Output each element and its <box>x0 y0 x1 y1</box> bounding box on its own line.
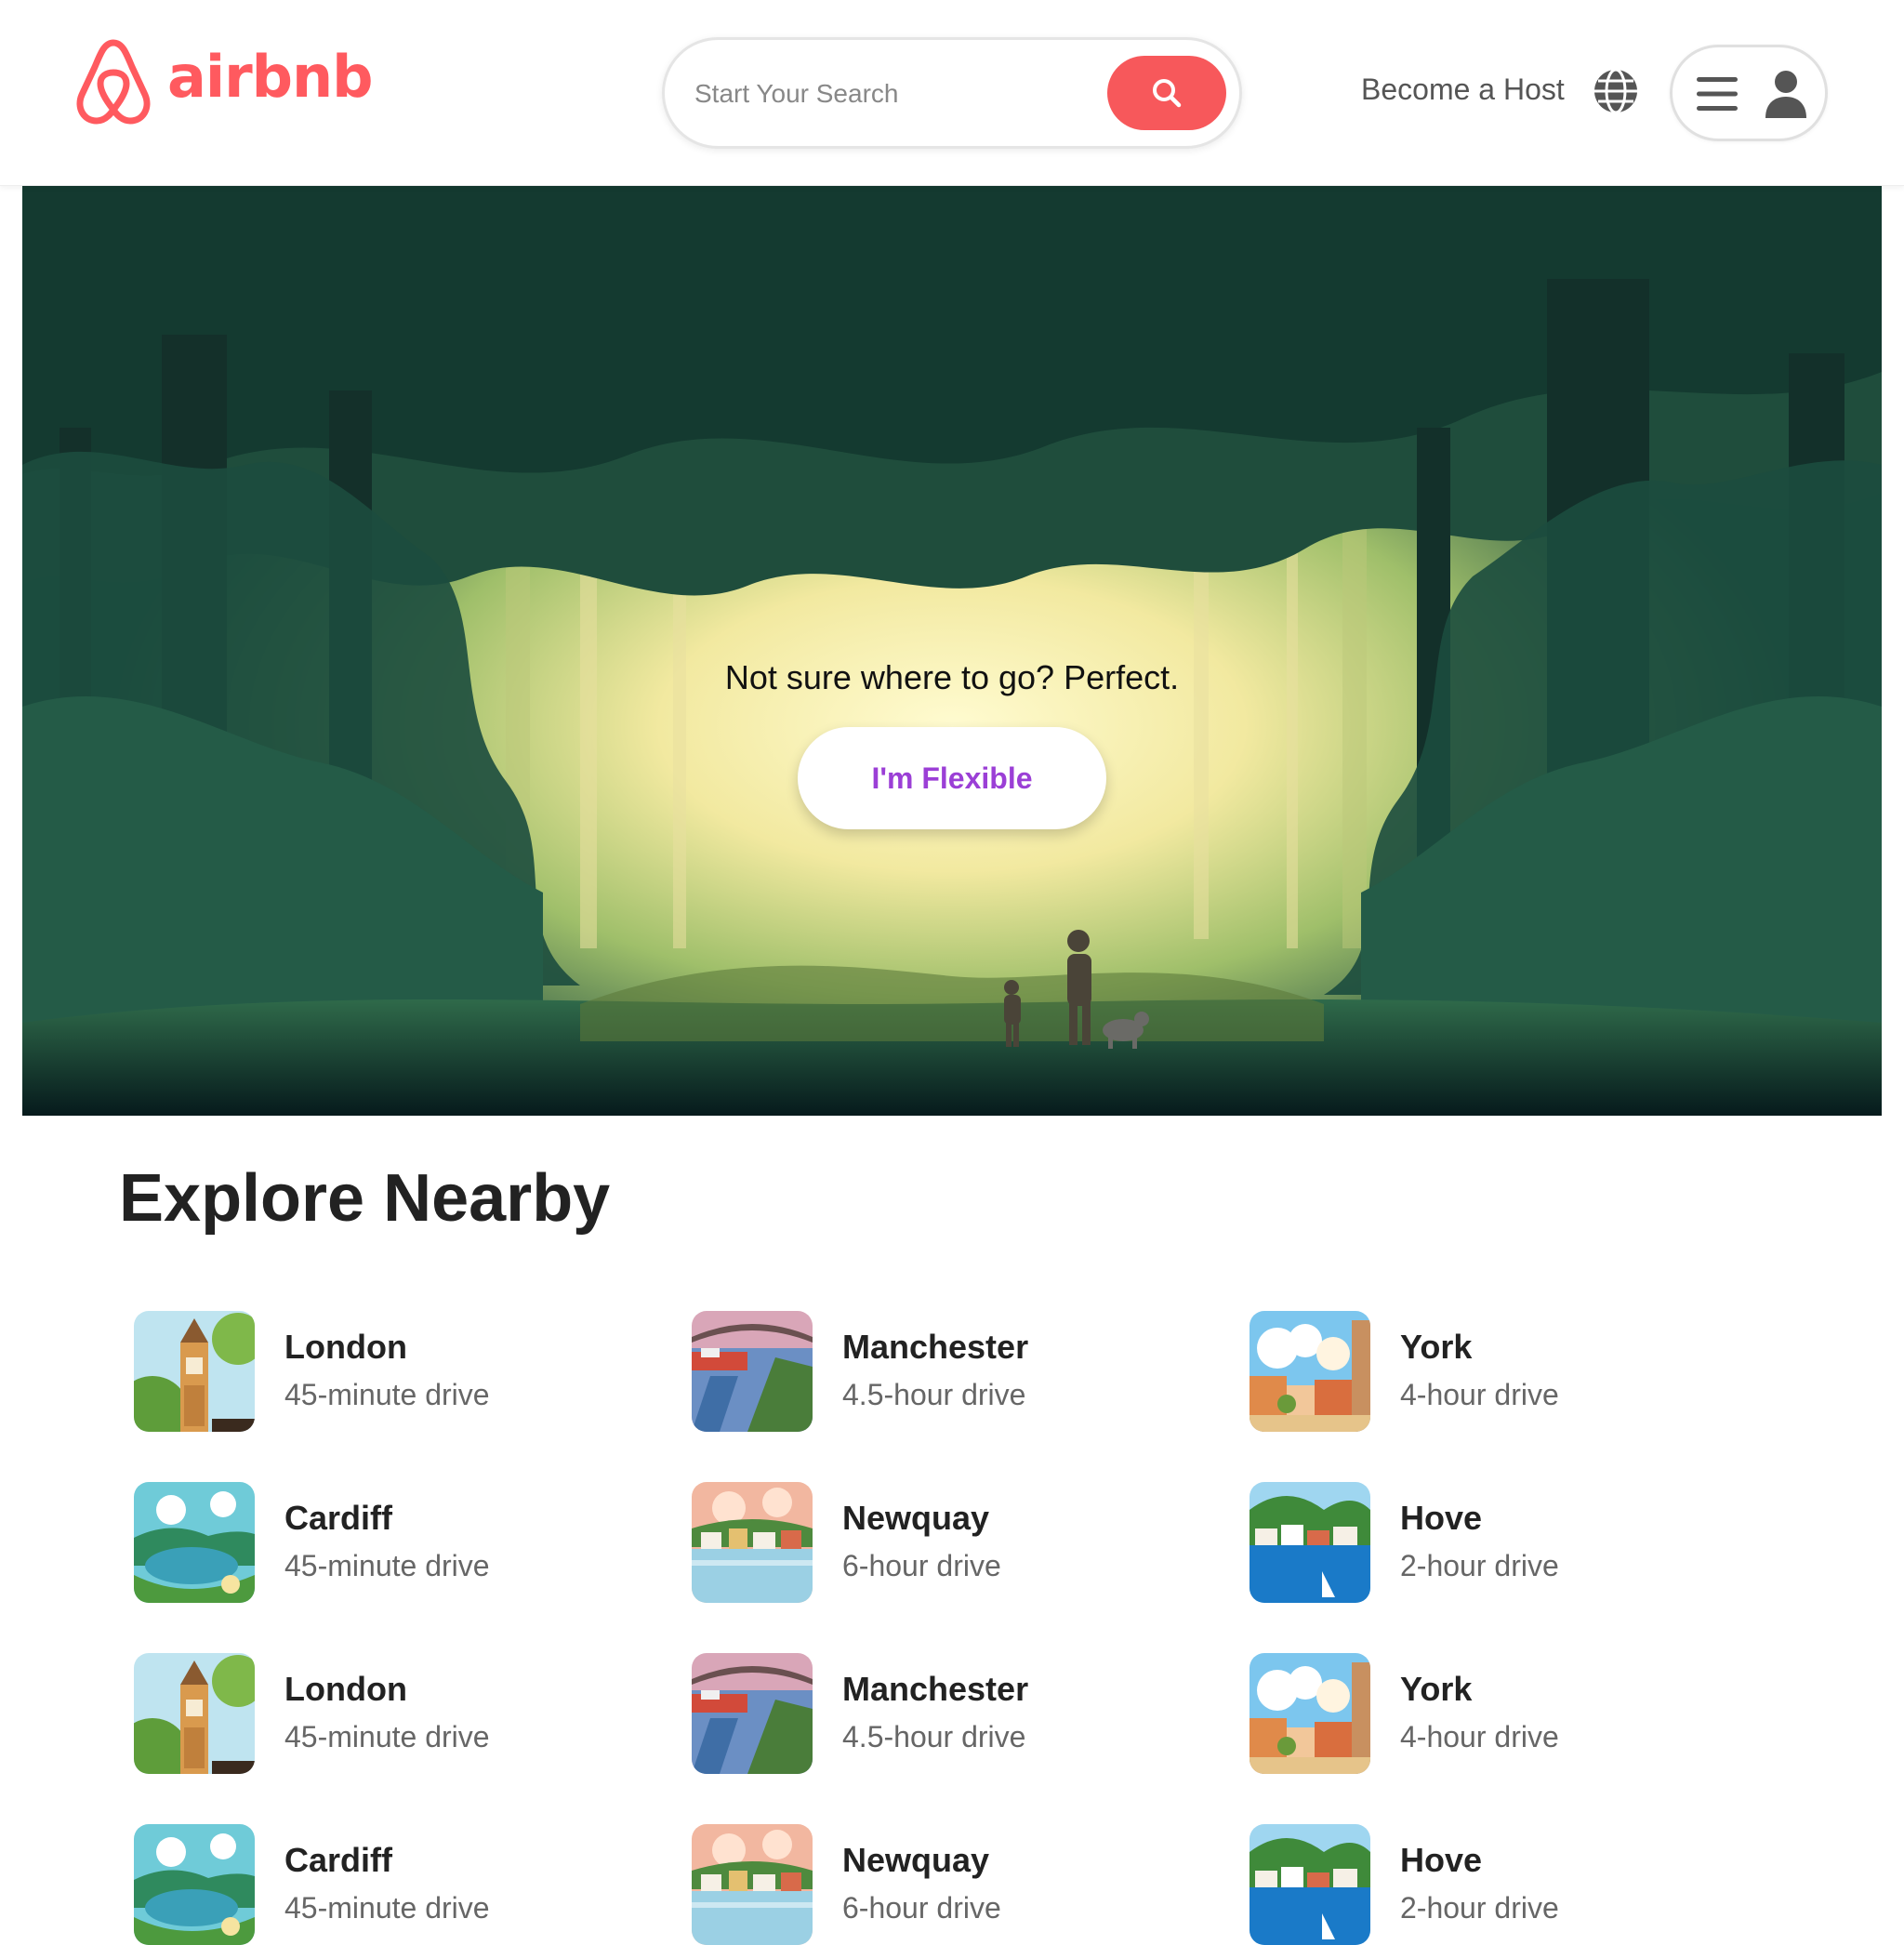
destination-thumbnail <box>1250 1824 1370 1945</box>
destination-drive-time: 6-hour drive <box>842 1549 1001 1582</box>
destination-drive-time: 45-minute drive <box>284 1549 490 1582</box>
destination-city: Hove <box>1400 1841 1483 1879</box>
airbnb-logo-icon <box>76 39 151 125</box>
hero-banner: Not sure where to go? Perfect. I'm Flexi… <box>22 186 1882 1116</box>
destination-drive-time: 45-minute drive <box>284 1378 490 1411</box>
explore-card[interactable]: Cardiff 45-minute drive <box>134 1482 654 1603</box>
user-icon <box>1765 71 1806 118</box>
explore-card[interactable]: London 45-minute drive <box>134 1311 654 1432</box>
destination-drive-time: 2-hour drive <box>1400 1549 1559 1582</box>
explore-card[interactable]: Newquay 6-hour drive <box>692 1824 1212 1945</box>
destination-city: Cardiff <box>284 1841 392 1879</box>
destination-thumbnail <box>134 1482 255 1603</box>
search-bar <box>662 37 1242 149</box>
destination-city: Manchester <box>842 1328 1029 1366</box>
forest-illustration <box>22 186 1882 1116</box>
explore-card[interactable]: London 45-minute drive <box>134 1653 654 1774</box>
destination-thumbnail <box>134 1311 255 1432</box>
destination-city: Cardiff <box>284 1499 392 1537</box>
logo-wordmark: airbnb <box>167 43 374 111</box>
explore-card[interactable]: Cardiff 45-minute drive <box>134 1824 654 1945</box>
explore-card[interactable]: Hove 2-hour drive <box>1250 1482 1770 1603</box>
destination-thumbnail <box>1250 1311 1370 1432</box>
destination-thumbnail <box>692 1653 813 1774</box>
explore-card[interactable]: Manchester 4.5-hour drive <box>692 1653 1212 1774</box>
destination-drive-time: 4.5-hour drive <box>842 1720 1026 1753</box>
destination-city: York <box>1400 1328 1473 1366</box>
explore-card[interactable]: Manchester 4.5-hour drive <box>692 1311 1212 1432</box>
destination-drive-time: 4-hour drive <box>1400 1720 1559 1753</box>
airbnb-logo[interactable]: airbnb <box>73 35 374 125</box>
search-input[interactable] <box>693 66 1083 122</box>
destination-city: Hove <box>1400 1499 1483 1537</box>
explore-card[interactable]: Newquay 6-hour drive <box>692 1482 1212 1603</box>
destination-city: London <box>284 1670 407 1708</box>
destination-drive-time: 45-minute drive <box>284 1720 490 1753</box>
hero-tagline: Not sure where to go? Perfect. <box>724 658 1180 696</box>
explore-card[interactable]: York 4-hour drive <box>1250 1311 1770 1432</box>
user-menu-button[interactable] <box>1670 45 1828 141</box>
destination-drive-time: 4-hour drive <box>1400 1378 1559 1411</box>
search-button[interactable] <box>1107 56 1226 130</box>
explore-card[interactable]: York 4-hour drive <box>1250 1653 1770 1774</box>
destination-thumbnail <box>1250 1653 1370 1774</box>
top-header: airbnb Become a Host <box>0 0 1904 186</box>
destination-city: York <box>1400 1670 1473 1708</box>
destination-city: Manchester <box>842 1670 1029 1708</box>
destination-city: Newquay <box>842 1841 990 1879</box>
explore-card[interactable]: Hove 2-hour drive <box>1250 1824 1770 1945</box>
destination-city: Newquay <box>842 1499 990 1537</box>
search-icon <box>1153 79 1182 108</box>
destination-thumbnail <box>692 1824 813 1945</box>
destination-drive-time: 45-minute drive <box>284 1891 490 1925</box>
destination-thumbnail <box>134 1824 255 1945</box>
explore-nearby-heading: Explore Nearby <box>119 1161 611 1236</box>
destination-thumbnail <box>692 1311 813 1432</box>
destination-thumbnail <box>1250 1482 1370 1603</box>
destination-drive-time: 6-hour drive <box>842 1891 1001 1925</box>
destination-drive-time: 2-hour drive <box>1400 1891 1559 1925</box>
destination-city: London <box>284 1328 407 1366</box>
destination-thumbnail <box>134 1653 255 1774</box>
destination-thumbnail <box>692 1482 813 1603</box>
globe-icon[interactable] <box>1592 67 1640 115</box>
become-host-link[interactable]: Become a Host <box>1361 73 1565 107</box>
destination-drive-time: 4.5-hour drive <box>842 1378 1026 1411</box>
im-flexible-button[interactable]: I'm Flexible <box>798 727 1106 829</box>
hamburger-icon <box>1697 77 1738 111</box>
